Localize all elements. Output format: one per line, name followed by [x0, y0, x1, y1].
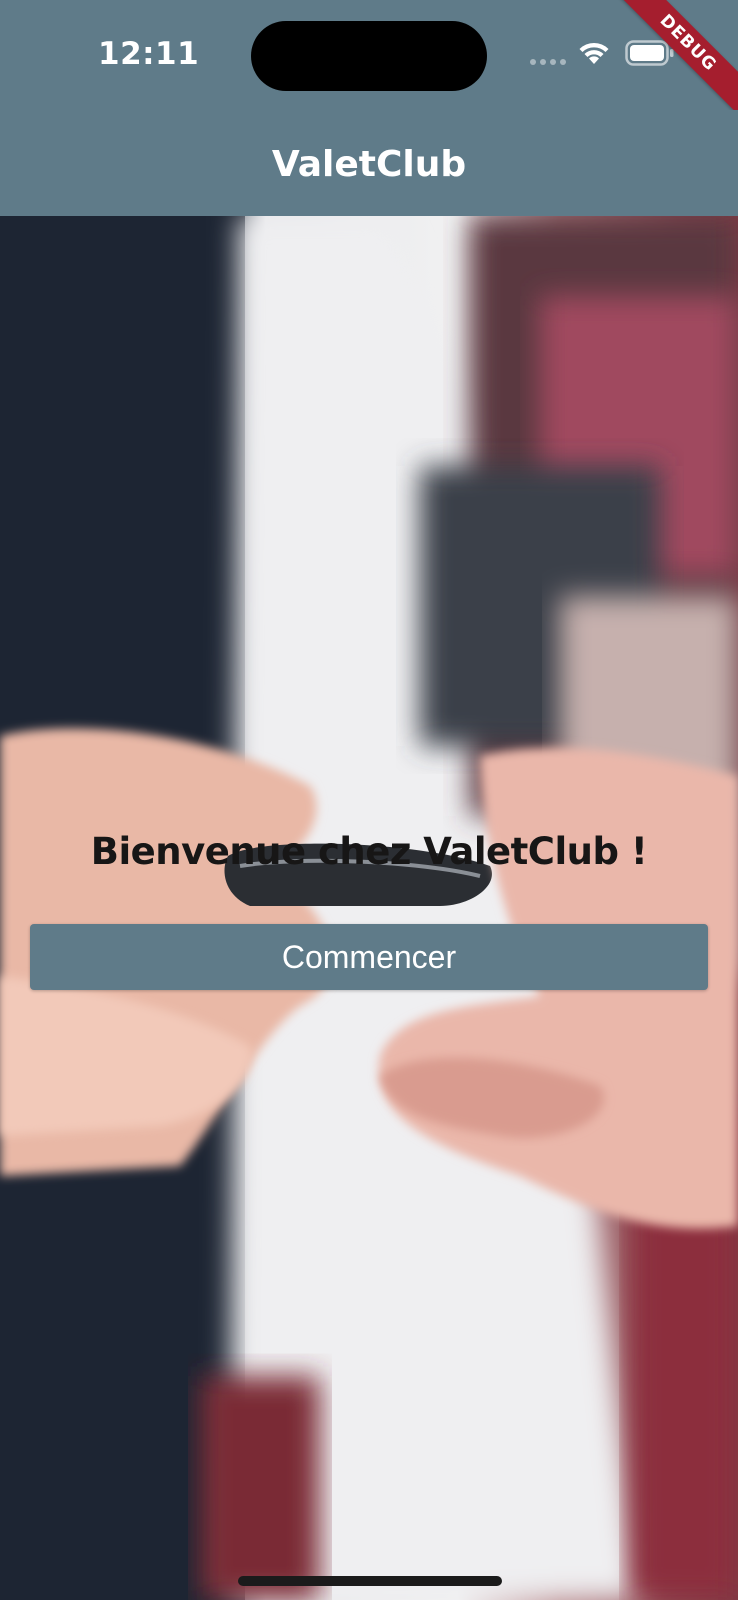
- start-button[interactable]: Commencer: [30, 924, 708, 990]
- valet-key-handover-illustration: [0, 216, 738, 1600]
- status-bar: 12:11 DEBUG: [0, 0, 738, 125]
- app-bar: ValetClub: [0, 110, 738, 216]
- status-time: 12:11: [98, 36, 200, 72]
- welcome-heading: Bienvenue chez ValetClub !: [90, 830, 648, 873]
- home-indicator[interactable]: [238, 1576, 502, 1586]
- wifi-icon: [579, 42, 609, 64]
- app-title: ValetClub: [271, 144, 467, 185]
- dynamic-island: [251, 21, 487, 91]
- cellular-signal-icon: [530, 59, 566, 67]
- background-image: [0, 216, 738, 1600]
